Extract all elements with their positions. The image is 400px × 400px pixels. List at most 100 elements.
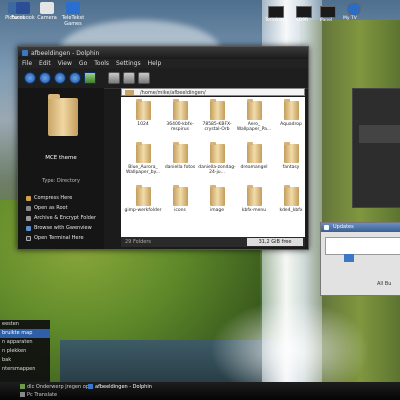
taskbar: dlc Onderwerp jregen op... afbeeldingen … xyxy=(0,382,400,400)
folder-item[interactable]: fantasy xyxy=(271,142,311,170)
menu-settings[interactable]: Settings xyxy=(116,60,141,67)
menubar: File Edit View Go Tools Settings Help xyxy=(18,59,308,68)
folder-icon xyxy=(283,142,299,163)
preview-icon[interactable] xyxy=(123,72,135,84)
root-icon xyxy=(26,205,31,211)
dolphin-icon xyxy=(22,50,28,56)
folder-item[interactable]: Aero_ Wallpaper_Pa... xyxy=(234,99,274,132)
back-icon[interactable] xyxy=(24,72,36,84)
folder-label: kde4_kbfx xyxy=(279,208,303,213)
folder-icon xyxy=(172,185,188,206)
folder-label: 36400-kbfx-mspirus xyxy=(166,122,194,132)
folder-icon xyxy=(246,142,262,163)
teletext-icon xyxy=(66,2,80,14)
sidebar-actions: Compress Here Open as Root Archive & Enc… xyxy=(26,193,96,243)
terminal-icon[interactable] xyxy=(268,6,284,18)
menu-edit[interactable]: Edit xyxy=(39,60,51,67)
terminal-icon xyxy=(26,235,31,241)
start-menu-item[interactable]: bak xyxy=(0,356,50,365)
folder-icon xyxy=(209,99,225,120)
task-button[interactable]: Pc Translate xyxy=(20,391,57,399)
zoom-icon[interactable] xyxy=(108,72,120,84)
folder-item[interactable]: 78585-KBFX-crystal-Orb xyxy=(197,99,237,132)
window-titlebar[interactable]: afbeeldingen - Dolphin xyxy=(18,47,308,59)
folder-type: Type: Directory xyxy=(42,178,80,184)
folder-icon xyxy=(125,90,134,95)
forward-icon[interactable] xyxy=(39,72,51,84)
folder-label: Aquadrop xyxy=(280,122,302,127)
action-archive-encrypt[interactable]: Archive & Encrypt Folder xyxy=(26,213,96,223)
search-icon[interactable] xyxy=(138,72,150,84)
folder-icon xyxy=(172,142,188,163)
start-menu-item[interactable]: bruikte map xyxy=(0,329,50,338)
folder-icon xyxy=(209,185,225,206)
folder-item[interactable]: icons xyxy=(160,185,200,213)
folder-label: dreamangel xyxy=(240,165,268,170)
status-text: 29 Folders xyxy=(125,239,152,245)
dialog-label: All Bu xyxy=(377,281,392,287)
toolbar xyxy=(18,68,308,89)
menu-file[interactable]: File xyxy=(22,60,32,67)
folder-icon xyxy=(135,142,151,163)
reload-icon[interactable] xyxy=(69,72,81,84)
folder-icon xyxy=(135,185,151,206)
action-open-terminal[interactable]: Open Terminal Here xyxy=(26,233,96,243)
action-compress-here[interactable]: Compress Here xyxy=(26,193,96,203)
start-menu-item[interactable]: eesten xyxy=(0,320,50,329)
dolphin-window: afbeeldingen - Dolphin File Edit View Go… xyxy=(17,46,309,250)
archive-icon xyxy=(26,215,31,221)
menu-help[interactable]: Help xyxy=(148,60,162,67)
folder-item[interactable]: 1024 xyxy=(123,99,163,127)
globe-icon[interactable] xyxy=(347,2,361,16)
arrow-up-icon[interactable] xyxy=(344,254,354,262)
folder-item[interactable]: kde4_kbfx xyxy=(271,185,311,213)
folder-label: 1024 xyxy=(137,122,149,127)
folder-item[interactable]: daniella-zondag-24-ju... xyxy=(197,142,237,175)
free-space-indicator: 31,2 GiB free xyxy=(247,238,303,246)
folder-label: fantasy xyxy=(282,165,300,170)
panel-icon[interactable] xyxy=(320,6,336,18)
up-icon[interactable] xyxy=(54,72,66,84)
compress-icon xyxy=(26,195,31,201)
location-bar[interactable]: /home/mike/afbeeldingen/ xyxy=(121,88,305,96)
folder-label: 78585-KBFX-crystal-Orb xyxy=(202,122,232,132)
folder-item[interactable]: daniella fotos xyxy=(160,142,200,170)
folder-item[interactable]: kbfx-menu xyxy=(234,185,274,213)
menu-view[interactable]: View xyxy=(58,60,72,67)
task-button-dolphin[interactable]: afbeeldingen - Dolphin xyxy=(88,383,152,391)
start-menu-item[interactable]: ntersmappen xyxy=(0,365,50,374)
folder-preview-icon xyxy=(48,94,78,136)
menu-go[interactable]: Go xyxy=(79,60,87,67)
translate-icon xyxy=(20,392,25,397)
folder-item[interactable]: dreamangel xyxy=(234,142,274,170)
folder-label: daniella-zondag-24-ju... xyxy=(198,165,236,175)
dialog-title: Updates xyxy=(321,223,400,232)
start-menu-item[interactable]: n plekken xyxy=(0,347,50,356)
background-window[interactable] xyxy=(352,88,400,208)
action-open-as-root[interactable]: Open as Root xyxy=(26,203,96,213)
chat-icon xyxy=(20,384,25,389)
window-title: afbeeldingen - Dolphin xyxy=(31,49,100,57)
folder-label: daniella fotos xyxy=(164,165,196,170)
action-browse-gwenview[interactable]: Browse with Gwenview xyxy=(26,223,96,233)
home-icon[interactable] xyxy=(84,72,96,84)
top-tray: Terminal SDPR Panel My TV xyxy=(265,0,400,26)
folder-item[interactable]: gimp-werkfolder xyxy=(123,185,163,213)
sdpr-icon[interactable] xyxy=(296,6,312,18)
gwenview-icon xyxy=(26,225,31,231)
folder-label: image xyxy=(209,208,225,213)
folder-item[interactable]: Aquadrop xyxy=(271,99,311,127)
file-view: 1024 36400-kbfx-mspirus 78585-KBFX-crystal… xyxy=(121,97,305,237)
folder-name: MCE theme xyxy=(45,155,77,161)
folder-icon xyxy=(283,99,299,120)
folder-item[interactable]: Blue_Aurora_ Wallpaper_by... xyxy=(123,142,163,175)
menu-tools[interactable]: Tools xyxy=(94,60,109,67)
folder-item[interactable]: 36400-kbfx-mspirus xyxy=(160,99,200,132)
folder-label: icons xyxy=(174,208,186,213)
folder-item[interactable]: image xyxy=(197,185,237,213)
folder-label: gimp-werkfolder xyxy=(124,208,162,213)
start-menu-item[interactable]: n apparaten xyxy=(0,338,50,347)
facebook-icon xyxy=(16,2,30,14)
desktop-icon-teletext[interactable]: TeleTekst Games xyxy=(58,2,88,27)
task-button[interactable]: dlc Onderwerp jregen op... xyxy=(20,383,94,391)
